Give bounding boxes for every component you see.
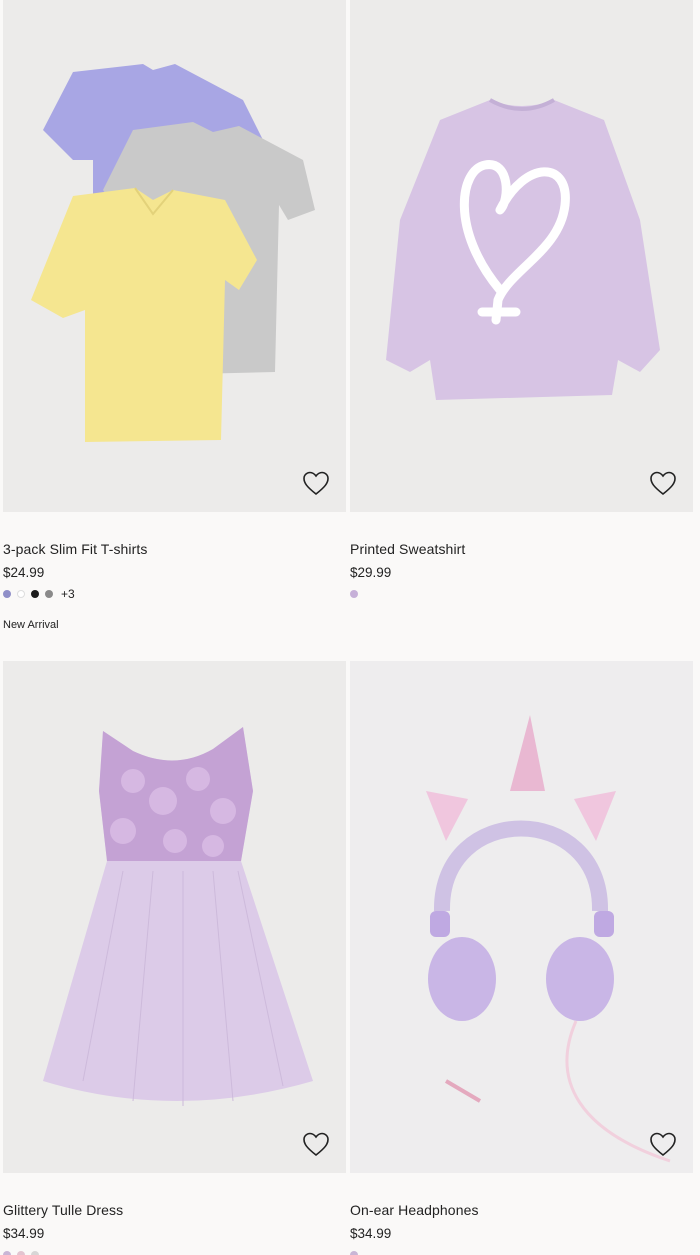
- tshirts-image: [31, 64, 315, 442]
- heart-icon[interactable]: [649, 470, 677, 496]
- product-card[interactable]: Printed Sweatshirt $29.99: [350, 0, 693, 601]
- product-card[interactable]: 3-pack Slim Fit T-shirts $24.99 +3 New A…: [3, 0, 346, 631]
- color-swatch[interactable]: [3, 590, 11, 598]
- sweatshirt-image: [386, 98, 660, 400]
- product-price: $34.99: [3, 1226, 45, 1241]
- product-price: $29.99: [350, 565, 392, 580]
- product-price: $24.99: [3, 565, 45, 580]
- more-colors-count[interactable]: +3: [61, 587, 75, 601]
- color-swatch[interactable]: [31, 590, 39, 598]
- product-image[interactable]: [3, 661, 346, 1173]
- color-swatch[interactable]: [350, 1251, 358, 1255]
- heart-icon[interactable]: [302, 470, 330, 496]
- product-card[interactable]: Glittery Tulle Dress $34.99: [3, 661, 346, 1255]
- product-image[interactable]: [350, 0, 693, 512]
- color-swatch[interactable]: [3, 1251, 11, 1255]
- product-image[interactable]: [350, 661, 693, 1173]
- heart-icon[interactable]: [649, 1131, 677, 1157]
- color-swatches: [350, 587, 693, 601]
- product-image[interactable]: [3, 0, 346, 512]
- product-title[interactable]: 3-pack Slim Fit T-shirts: [3, 541, 346, 557]
- dress-image: [43, 727, 313, 1106]
- product-price: $34.99: [350, 1226, 392, 1241]
- color-swatches: [3, 1248, 346, 1255]
- product-title[interactable]: On-ear Headphones: [350, 1202, 693, 1218]
- product-title[interactable]: Printed Sweatshirt: [350, 541, 693, 557]
- color-swatches: [350, 1248, 693, 1255]
- product-title[interactable]: Glittery Tulle Dress: [3, 1202, 346, 1218]
- color-swatches: +3: [3, 587, 346, 601]
- new-arrival-badge: New Arrival: [3, 619, 59, 631]
- color-swatch[interactable]: [17, 590, 25, 598]
- color-swatch[interactable]: [17, 1251, 25, 1255]
- color-swatch[interactable]: [45, 590, 53, 598]
- product-card[interactable]: On-ear Headphones $34.99: [350, 661, 693, 1255]
- headphones-image: [426, 715, 671, 1163]
- color-swatch[interactable]: [350, 590, 358, 598]
- color-swatch[interactable]: [31, 1251, 39, 1255]
- heart-icon[interactable]: [302, 1131, 330, 1157]
